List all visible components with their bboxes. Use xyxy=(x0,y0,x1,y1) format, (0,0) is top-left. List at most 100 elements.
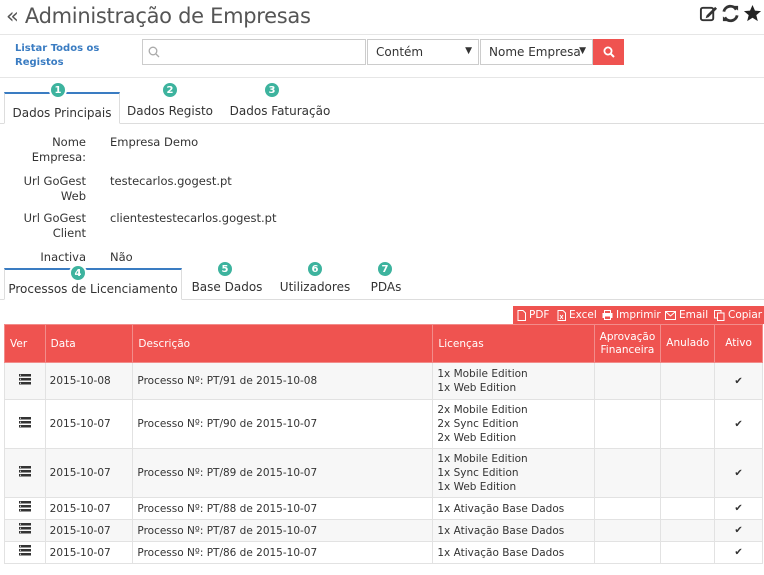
table-row[interactable]: 2015-10-08 Processo Nº: PT/91 de 2015-10-… xyxy=(4,362,763,400)
tab-processos-licenciamento[interactable]: Processos de Licenciamento xyxy=(4,268,182,300)
field-select-value: Nome Empresa xyxy=(489,45,581,59)
tab-label: Dados Principais xyxy=(12,106,112,120)
check-icon: ✔ xyxy=(734,547,743,558)
operator-select[interactable]: Contém ▼ xyxy=(367,39,479,65)
column-header-anulado[interactable]: Anulado xyxy=(660,324,716,363)
search-input[interactable] xyxy=(165,42,361,62)
list-icon[interactable] xyxy=(18,465,31,481)
step-badge: 7 xyxy=(376,260,394,278)
field-value-nome: Empresa Demo xyxy=(110,135,199,149)
licensing-table: Ver Data Descrição Licenças Aprovação Fi… xyxy=(4,324,763,564)
tab-label: PDAs xyxy=(370,280,402,294)
print-label: Imprimir xyxy=(616,309,661,321)
caret-down-icon: ▼ xyxy=(579,46,586,56)
export-pdf-button[interactable]: PDF xyxy=(513,306,554,324)
pdf-icon xyxy=(517,309,526,321)
column-header-aprovacao[interactable]: Aprovação Financeira xyxy=(593,324,662,363)
step-badge: 2 xyxy=(161,81,179,99)
row-cancelled xyxy=(660,362,716,400)
row-description: Processo Nº: PT/91 de 2015-10-08 xyxy=(132,362,434,400)
table-row[interactable]: 2015-10-07 Processo Nº: PT/86 de 2015-10-… xyxy=(4,541,763,564)
search-icon xyxy=(148,46,160,58)
row-view-cell xyxy=(4,519,46,542)
export-pdf-label: PDF xyxy=(529,309,550,321)
tab-label: Dados Registo xyxy=(126,104,214,118)
license-item: 2x Mobile Edition xyxy=(437,404,528,416)
search-icon xyxy=(603,46,615,58)
license-item: 1x Ativação Base Dados xyxy=(437,502,565,515)
license-item: 1x Ativação Base Dados xyxy=(437,524,565,537)
row-view-cell xyxy=(4,541,46,564)
table-row[interactable]: 2015-10-07 Processo Nº: PT/88 de 2015-10-… xyxy=(4,497,763,520)
list-icon[interactable] xyxy=(18,501,31,516)
row-licenses: 1x Ativação Base Dados xyxy=(432,497,595,520)
row-date: 2015-10-07 xyxy=(44,541,134,564)
license-item: 1x Mobile Edition xyxy=(437,368,528,380)
row-active: ✔ xyxy=(714,541,763,564)
search-button[interactable] xyxy=(593,39,624,65)
list-all-link[interactable]: Listar Todos os Registos xyxy=(15,42,125,70)
field-label-inactiva: Inactiva xyxy=(40,250,86,264)
row-description: Processo Nº: PT/87 de 2015-10-07 xyxy=(132,519,434,542)
envelope-icon xyxy=(665,310,676,320)
edit-icon[interactable] xyxy=(698,3,718,23)
header-actions xyxy=(698,3,762,23)
table-row[interactable]: 2015-10-07 Processo Nº: PT/87 de 2015-10-… xyxy=(4,519,763,542)
license-item: 1x Mobile Edition xyxy=(437,453,528,465)
field-select[interactable]: Nome Empresa ▼ xyxy=(480,39,593,65)
field-value-url-client: clientestestecarlos.gogest.pt xyxy=(110,211,277,225)
check-icon: ✔ xyxy=(734,467,743,479)
list-icon[interactable] xyxy=(18,416,31,432)
search-field xyxy=(142,39,366,65)
row-approval xyxy=(593,497,662,520)
main-tabs: Dados Principais Dados Registo Dados Fat… xyxy=(0,92,764,124)
list-icon[interactable] xyxy=(18,545,31,560)
row-licenses: 1x Mobile Edition 1x Sync Edition 1x Web E… xyxy=(432,448,595,498)
step-badge: 3 xyxy=(263,81,281,99)
table-row[interactable]: 2015-10-07 Processo Nº: PT/89 de 2015-10-… xyxy=(4,448,763,498)
search-bar: Listar Todos os Registos Contém ▼ Nome E… xyxy=(0,34,764,78)
row-date: 2015-10-07 xyxy=(44,519,134,542)
check-icon: ✔ xyxy=(734,375,743,387)
star-icon[interactable] xyxy=(742,3,762,23)
row-view-cell xyxy=(4,448,46,498)
row-licenses: 1x Ativação Base Dados xyxy=(432,541,595,564)
tab-dados-faturacao[interactable]: Dados Faturação xyxy=(225,92,335,124)
row-active: ✔ xyxy=(714,448,763,498)
field-value-inactiva: Não xyxy=(110,250,133,264)
row-view-cell xyxy=(4,399,46,449)
row-approval xyxy=(593,399,662,449)
column-header-licencas[interactable]: Licenças xyxy=(432,324,595,363)
license-item: 2x Sync Edition xyxy=(437,418,519,430)
list-icon[interactable] xyxy=(18,523,31,538)
license-item: 1x Sync Edition xyxy=(437,467,519,479)
tab-label: Utilizadores xyxy=(279,280,351,294)
column-header-ver[interactable]: Ver xyxy=(4,324,46,363)
table-row[interactable]: 2015-10-07 Processo Nº: PT/90 de 2015-10-… xyxy=(4,399,763,449)
refresh-icon[interactable] xyxy=(720,3,740,23)
operator-select-value: Contém xyxy=(376,45,424,59)
print-button[interactable]: Imprimir xyxy=(598,306,665,324)
column-header-descricao[interactable]: Descrição xyxy=(132,324,434,363)
email-button[interactable]: Email xyxy=(661,306,713,324)
check-icon: ✔ xyxy=(734,503,743,514)
row-licenses: 1x Ativação Base Dados xyxy=(432,519,595,542)
row-approval xyxy=(593,541,662,564)
row-description: Processo Nº: PT/90 de 2015-10-07 xyxy=(132,399,434,449)
row-view-cell xyxy=(4,362,46,400)
license-item: 1x Ativação Base Dados xyxy=(437,546,565,559)
row-date: 2015-10-07 xyxy=(44,399,134,449)
row-description: Processo Nº: PT/89 de 2015-10-07 xyxy=(132,448,434,498)
column-header-data[interactable]: Data xyxy=(44,324,134,363)
row-date: 2015-10-07 xyxy=(44,448,134,498)
list-icon[interactable] xyxy=(18,373,31,389)
license-item: 2x Web Edition xyxy=(437,432,517,444)
copy-button[interactable]: Copiar xyxy=(710,306,764,324)
column-header-ativo[interactable]: Ativo xyxy=(714,324,763,363)
email-label: Email xyxy=(679,309,709,321)
row-cancelled xyxy=(660,399,716,449)
export-excel-button[interactable]: Excel xyxy=(553,306,601,324)
row-cancelled xyxy=(660,497,716,520)
tab-label: Processos de Licenciamento xyxy=(8,282,178,296)
row-approval xyxy=(593,519,662,542)
